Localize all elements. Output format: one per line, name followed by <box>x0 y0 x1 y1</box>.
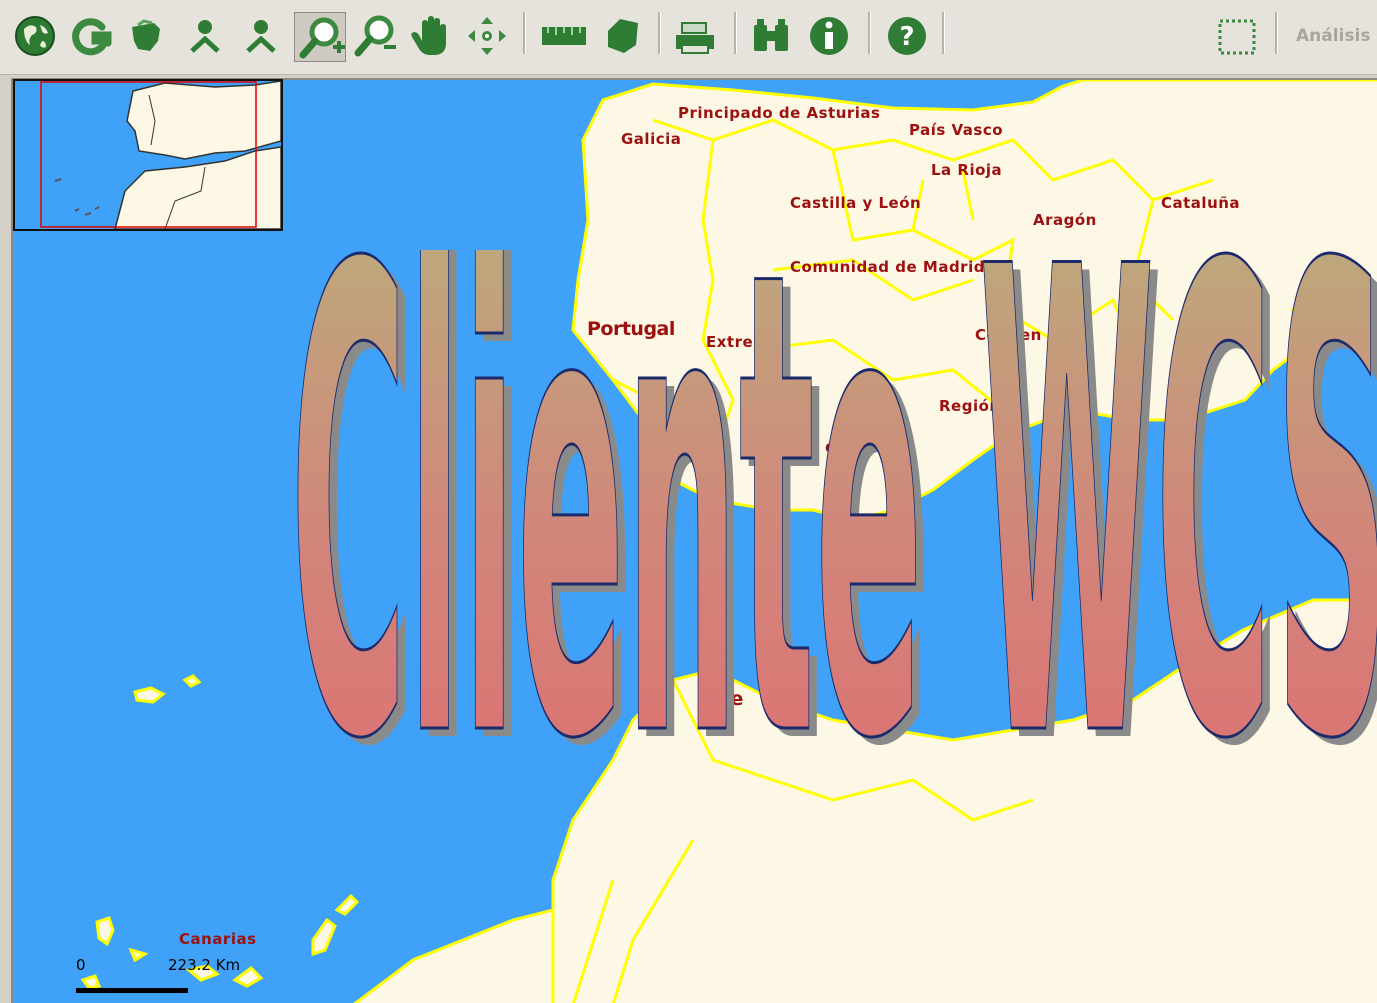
measure-area-icon[interactable] <box>600 11 646 61</box>
move-arrows-icon[interactable] <box>464 11 510 61</box>
label-madrid: Comunidad de Madrid <box>790 258 985 276</box>
analysis-menu[interactable]: Análisis <box>1296 26 1370 46</box>
scale-distance-label: 223.2 Km <box>168 956 241 974</box>
help-icon[interactable]: ? <box>884 11 930 61</box>
user-check-icon[interactable] <box>238 11 284 61</box>
user-icon[interactable] <box>182 11 228 61</box>
svg-text:?: ? <box>899 22 914 52</box>
select-area-icon[interactable] <box>1214 11 1260 61</box>
overview-map-image <box>15 81 281 229</box>
refresh-icon[interactable] <box>68 11 114 61</box>
label-pais-vasco: País Vasco <box>909 121 1004 139</box>
measure-line-icon[interactable] <box>538 11 590 61</box>
info-icon[interactable] <box>806 11 852 61</box>
zoom-in-icon[interactable] <box>294 12 346 62</box>
overview-map[interactable] <box>13 79 283 231</box>
label-portugal: Portugal <box>587 318 675 340</box>
label-galicia: Galicia <box>621 130 682 148</box>
label-asturias: Principado de Asturias <box>678 104 881 122</box>
pan-hand-icon[interactable] <box>408 11 454 61</box>
scale-zero-label: 0 <box>76 956 86 974</box>
scale-bar <box>76 988 188 993</box>
toolbar: ? Análisis <box>0 0 1377 75</box>
layers-icon[interactable] <box>124 11 170 61</box>
label-andalucia: da <box>825 438 847 456</box>
label-la-rioja: La Rioja <box>931 161 1003 179</box>
label-valencia: Co d en <box>975 326 1042 344</box>
binoculars-icon[interactable] <box>748 11 794 61</box>
label-cataluna: Cataluña <box>1161 194 1241 212</box>
label-castilla-leon: Castilla y León <box>790 194 922 212</box>
label-marruecos: M e <box>706 688 743 710</box>
globe-icon[interactable] <box>12 11 58 61</box>
print-icon[interactable] <box>672 11 718 61</box>
label-murcia: Región <box>939 397 1001 415</box>
zoom-out-icon[interactable] <box>352 11 398 61</box>
label-canarias: Canarias <box>179 930 257 948</box>
label-aragon: Aragón <box>1033 211 1097 229</box>
label-extremadura: Extrema <box>706 333 780 351</box>
